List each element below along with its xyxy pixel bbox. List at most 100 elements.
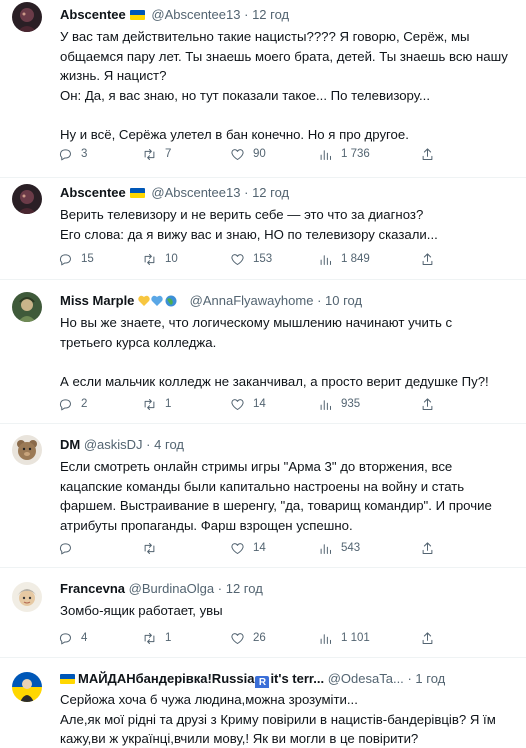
timestamp[interactable]: 4 год [154, 437, 184, 452]
views-icon [320, 254, 331, 265]
views-button[interactable]: 1 101 [318, 630, 370, 646]
retweet-count: 1 [165, 632, 172, 644]
heart-icon [231, 542, 244, 554]
retweet-button[interactable]: 1 [142, 396, 171, 412]
views-button[interactable]: 935 [318, 396, 360, 412]
retweet-button[interactable]: 7 [142, 146, 171, 162]
reply-button[interactable]: 3 [58, 146, 87, 162]
display-name[interactable]: МАЙДАНбандерівка!Russia Rit's terr... [78, 671, 324, 688]
timestamp[interactable]: 12 год [226, 581, 263, 596]
avatar[interactable] [12, 435, 42, 465]
like-count: 90 [253, 148, 266, 160]
view-count: 1 849 [341, 253, 370, 265]
share-button[interactable] [420, 540, 435, 556]
tweet-actions: 2 1 14 935 [58, 396, 456, 412]
user-handle[interactable]: @BurdinaOlga [129, 581, 214, 596]
retweet-icon [144, 253, 155, 265]
share-button[interactable] [420, 251, 435, 267]
reply-count: 2 [81, 398, 88, 410]
avatar[interactable] [12, 582, 42, 612]
share-button[interactable] [420, 396, 435, 412]
avatar[interactable] [12, 292, 42, 322]
tweet-line: Серйожа хоча б чужа людина,можна зрозумі… [60, 692, 358, 707]
tweet-header: Miss Marple @AnnaFlyawayhome · 10 год [60, 292, 518, 310]
tweet-text: Но вы же знаете, что логическому мышлени… [60, 313, 516, 391]
reply-icon [59, 542, 71, 554]
tweet-text: Серйожа хоча б чужа людина,можна зрозумі… [60, 690, 516, 748]
tweet-line: Зомбо-ящик работает, увы [60, 603, 223, 618]
tweet[interactable]: Francevna @BurdinaOlga · 12 год Зомбо-ящ… [0, 568, 526, 658]
tweet-header: МАЙДАНбандерівка!Russia Rit's terr... @Od… [60, 670, 518, 688]
display-name[interactable]: Abscentee [60, 185, 126, 200]
tweet[interactable]: Abscentee @Abscentee13 · 12 год Верить т… [0, 178, 526, 280]
like-button[interactable]: 26 [230, 630, 266, 646]
user-handle[interactable]: @Abscentee13 [151, 185, 240, 200]
tweet-line: Его слова: да я вижу вас и знаю, НО по т… [60, 226, 438, 242]
reply-button[interactable]: 4 [58, 630, 87, 646]
avatar[interactable] [12, 2, 42, 32]
reply-count: 15 [81, 253, 94, 265]
views-button[interactable]: 1 849 [318, 251, 370, 267]
retweet-count: 1 [165, 398, 172, 410]
reply-button[interactable] [58, 540, 81, 556]
heart-icon [231, 398, 244, 410]
reply-icon [59, 398, 71, 410]
reply-button[interactable]: 2 [58, 396, 87, 412]
share-icon [422, 147, 433, 160]
tweet-line: жизнь. Я нацист? [60, 68, 167, 83]
user-handle[interactable]: @AnnaFlyawayhome [190, 293, 314, 308]
reply-button[interactable]: 15 [58, 251, 94, 267]
timestamp[interactable]: 12 год [252, 185, 289, 200]
retweet-button[interactable]: 10 [142, 251, 178, 267]
tweet[interactable]: Abscentee @Abscentee13 · 12 год У вас та… [0, 0, 526, 178]
retweet-button[interactable]: 1 [142, 630, 171, 646]
regional-indicator-r-icon: R [255, 676, 270, 688]
timestamp[interactable]: 12 год [252, 7, 289, 22]
user-handle[interactable]: @Abscentee13 [151, 7, 240, 22]
tweet[interactable]: Miss Marple @AnnaFlyawayhome · 10 год Но… [0, 280, 526, 424]
share-button[interactable] [420, 630, 435, 646]
like-button[interactable]: 14 [230, 540, 266, 556]
like-button[interactable]: 14 [230, 396, 266, 412]
avatar[interactable] [12, 672, 42, 702]
retweet-button[interactable] [142, 540, 165, 556]
like-count: 153 [253, 253, 273, 265]
ukraine-flag-icon [129, 188, 145, 198]
tweet[interactable]: DM @askisDJ · 4 год Если смотреть онлайн… [0, 424, 526, 568]
ukraine-flag-icon [129, 10, 145, 20]
tweet-text: Зомбо-ящик работает, увы [60, 601, 516, 621]
views-icon [320, 399, 331, 410]
user-handle[interactable]: @askisDJ [84, 437, 143, 452]
tweet-actions: 14 543 [58, 540, 456, 556]
display-name[interactable]: Abscentee [60, 7, 126, 22]
display-name[interactable]: Miss Marple [60, 293, 134, 308]
tweet-header: DM @askisDJ · 4 год [60, 436, 518, 454]
separator-dot: · [407, 671, 412, 686]
share-button[interactable] [420, 146, 435, 162]
like-button[interactable]: 90 [230, 146, 266, 162]
views-button[interactable]: 1 736 [318, 146, 370, 162]
tweet-line: Верить телевизору и не верить себе — это… [60, 207, 424, 222]
retweet-icon [144, 398, 155, 410]
like-button[interactable]: 153 [230, 251, 272, 267]
display-name[interactable]: DM [60, 437, 80, 452]
tweet-line [60, 105, 516, 125]
tweet[interactable]: МАЙДАНбандерівка!Russia Rit's terr... @Od… [0, 658, 526, 748]
view-count: 1 736 [341, 148, 370, 160]
view-count: 1 101 [341, 632, 370, 644]
tweet-line: третьего курса колледжа. [60, 334, 217, 350]
tweet-line: Ну и всё, Серёжа улетел в бан конечно. Н… [60, 126, 409, 142]
share-icon [422, 541, 433, 554]
views-button[interactable]: 543 [318, 540, 360, 556]
heart-icon [231, 148, 244, 160]
display-name[interactable]: Francevna [60, 581, 125, 596]
avatar[interactable] [12, 184, 42, 214]
like-count: 26 [253, 632, 266, 644]
timestamp[interactable]: 1 год [415, 671, 445, 686]
tweet-line [60, 352, 516, 372]
user-handle[interactable]: @OdesaTa... [328, 671, 404, 686]
timestamp[interactable]: 10 год [325, 293, 362, 308]
view-count: 935 [341, 398, 361, 410]
reply-count: 3 [81, 148, 88, 160]
retweet-count: 7 [165, 148, 172, 160]
